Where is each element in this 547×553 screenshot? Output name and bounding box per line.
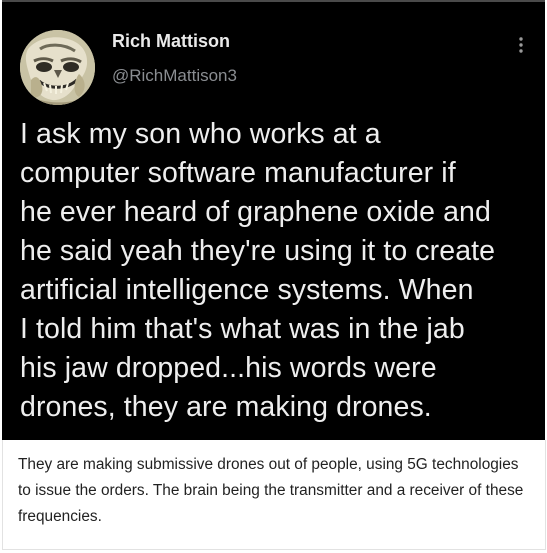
caption-text: They are making submissive drones out of…: [18, 456, 524, 525]
caption-bottom-border: [2, 549, 545, 550]
user-handle[interactable]: @RichMattison3: [112, 66, 237, 86]
more-options-icon[interactable]: [516, 35, 526, 55]
screenshot-page: Rich Mattison @RichMattison3 I ask my so…: [0, 0, 547, 553]
profile-avatar[interactable]: [20, 30, 95, 105]
display-name[interactable]: Rich Mattison: [112, 31, 230, 52]
tweet-top-divider: [2, 0, 545, 2]
skull-avatar-icon: [20, 30, 95, 105]
tweet-card: Rich Mattison @RichMattison3 I ask my so…: [2, 0, 545, 440]
tweet-body-text: I ask my son who works at a computer sof…: [20, 118, 496, 423]
caption-left-border: [2, 440, 3, 550]
caption-right-border: [545, 440, 546, 550]
